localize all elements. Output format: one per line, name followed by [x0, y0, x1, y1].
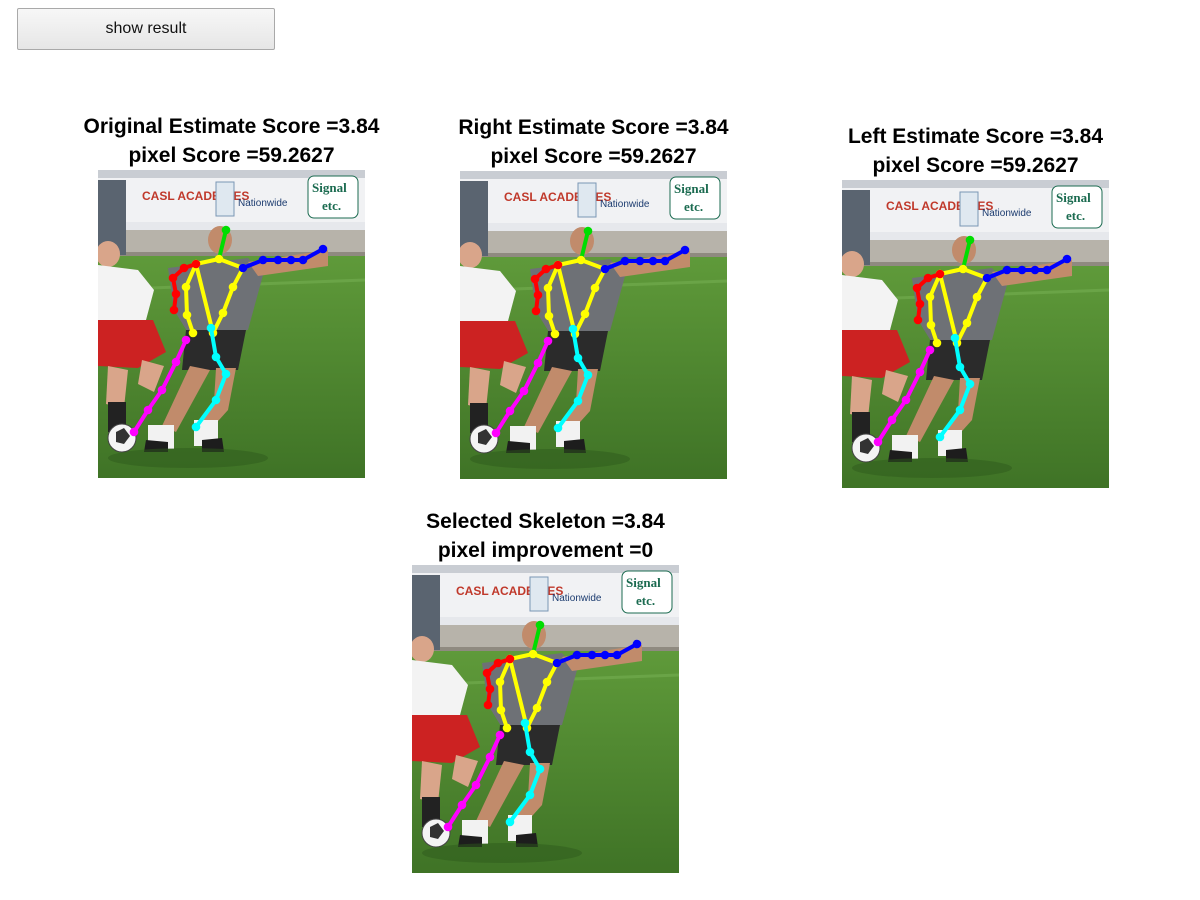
panel-title: Left Estimate Score =3.84	[847, 125, 1104, 148]
panel-title: Selected Skeleton =3.84	[426, 510, 665, 533]
pose-image: CASL ACADEMIES Nationwide Signal etc.	[98, 170, 365, 478]
svg-text:Signal: Signal	[626, 575, 661, 590]
panel-title: Right Estimate Score =3.84	[458, 116, 729, 139]
pose-image: CASL ACADEMIES Nationwide Signal etc.	[842, 180, 1109, 488]
svg-text:Nationwide: Nationwide	[600, 199, 650, 210]
svg-text:Nationwide: Nationwide	[238, 198, 288, 209]
show-result-button[interactable]: show result	[17, 8, 275, 50]
svg-text:etc.: etc.	[1066, 208, 1085, 223]
svg-text:Signal: Signal	[312, 180, 347, 195]
svg-text:etc.: etc.	[322, 198, 341, 213]
svg-text:Nationwide: Nationwide	[552, 593, 602, 604]
panel-subtitle: pixel Score =59.2627	[128, 144, 335, 167]
panel-subtitle: pixel improvement =0	[437, 539, 654, 562]
panel-subtitle: pixel Score =59.2627	[490, 145, 697, 168]
panel-subtitle: pixel Score =59.2627	[872, 154, 1079, 177]
pose-image: CASL ACADEMIES Nationwide Signal etc.	[412, 565, 679, 873]
svg-text:etc.: etc.	[636, 593, 655, 608]
svg-text:etc.: etc.	[684, 199, 703, 214]
svg-text:Signal: Signal	[1056, 190, 1091, 205]
svg-text:Signal: Signal	[674, 181, 709, 196]
pose-image: CASL ACADEMIES Nationwide Signal etc.	[460, 171, 727, 479]
svg-text:Nationwide: Nationwide	[982, 208, 1032, 219]
panel-title: Original Estimate Score =3.84	[83, 115, 380, 138]
